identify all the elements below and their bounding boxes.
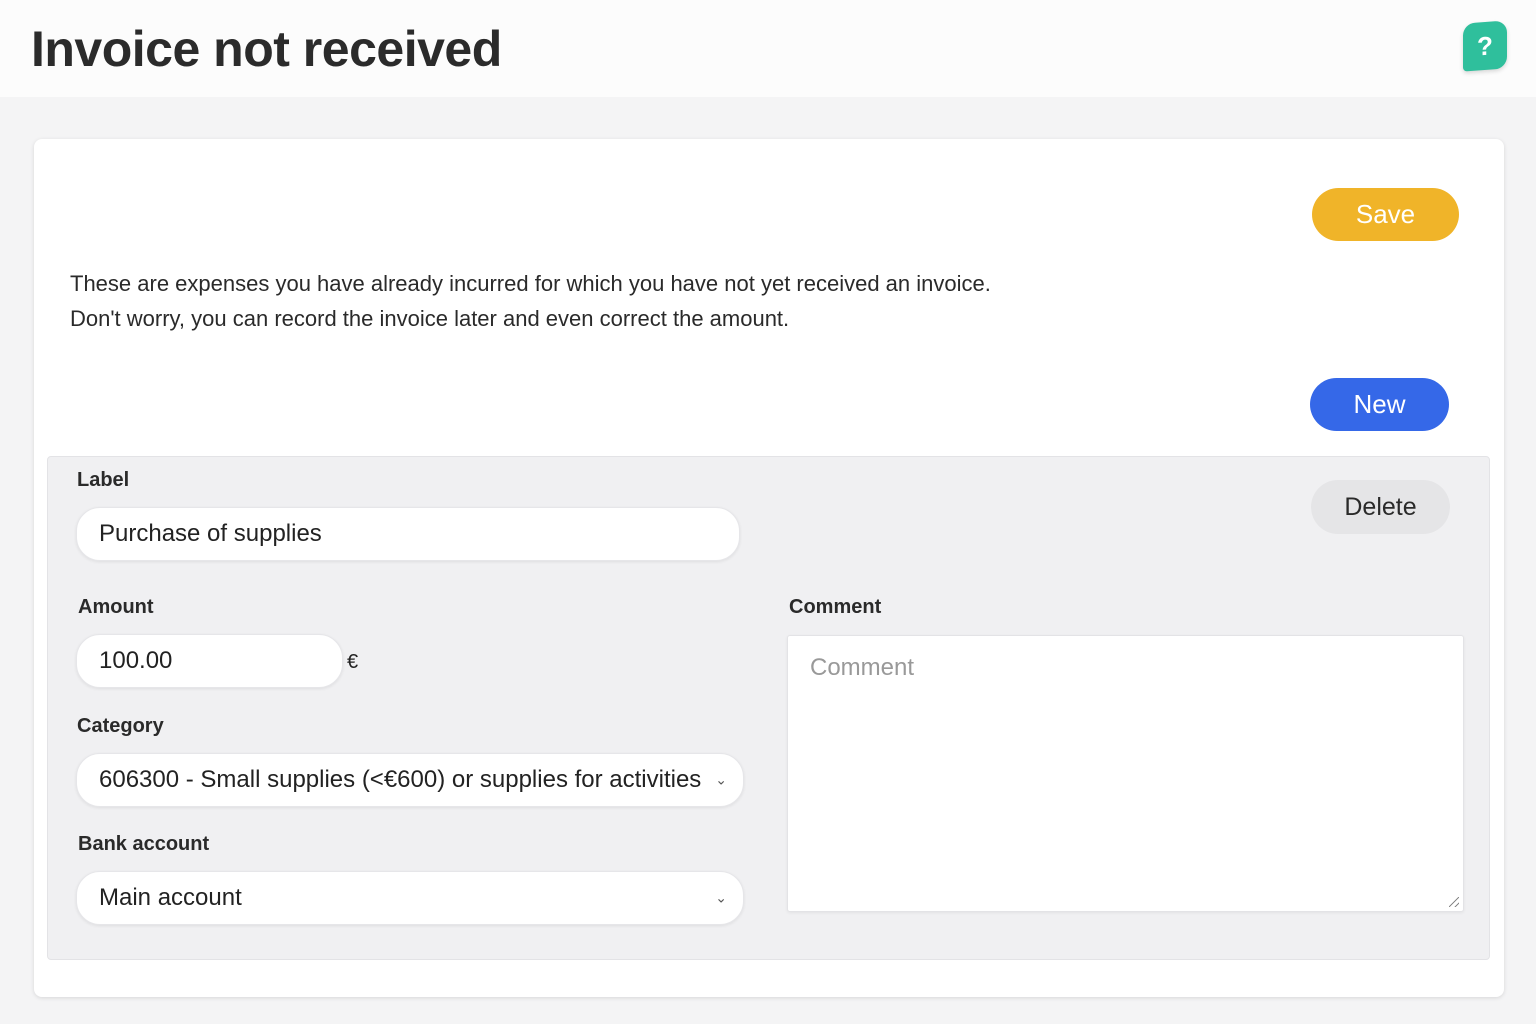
comment-textarea[interactable]: Comment xyxy=(787,635,1464,912)
main-card: Save These are expenses you have already… xyxy=(34,139,1504,997)
currency-symbol: € xyxy=(347,651,359,673)
page-title: Invoice not received xyxy=(31,21,502,77)
category-select[interactable]: 606300 - Small supplies (<€600) or suppl… xyxy=(76,753,744,807)
resize-handle-icon[interactable] xyxy=(1449,897,1459,907)
amount-input[interactable]: 100.00 xyxy=(76,634,343,688)
label-field-title: Label xyxy=(77,469,130,491)
expense-entry-panel: Label Purchase of supplies Delete Amount… xyxy=(47,456,1490,960)
new-button[interactable]: New xyxy=(1310,378,1449,431)
delete-button[interactable]: Delete xyxy=(1311,480,1450,534)
bank-account-select[interactable]: Main account ⌄ xyxy=(76,871,744,925)
bank-account-select-value: Main account xyxy=(99,884,242,911)
intro-text: These are expenses you have already incu… xyxy=(70,266,991,336)
bank-account-field-title: Bank account xyxy=(78,833,210,855)
help-button[interactable]: ? xyxy=(1463,20,1507,72)
question-mark-icon: ? xyxy=(1477,29,1493,62)
page-header: Invoice not received ? xyxy=(0,0,1536,97)
intro-line-2: Don't worry, you can record the invoice … xyxy=(70,306,790,331)
label-input[interactable]: Purchase of supplies xyxy=(76,507,740,561)
category-select-value: 606300 - Small supplies (<€600) or suppl… xyxy=(99,766,702,793)
save-button[interactable]: Save xyxy=(1312,188,1459,241)
category-field-title: Category xyxy=(77,715,164,737)
chevron-down-icon: ⌄ xyxy=(715,889,727,906)
comment-field-title: Comment xyxy=(789,596,882,618)
amount-field-title: Amount xyxy=(78,596,154,618)
comment-placeholder: Comment xyxy=(810,654,915,681)
chevron-down-icon: ⌄ xyxy=(715,771,727,788)
intro-line-1: These are expenses you have already incu… xyxy=(70,271,991,296)
